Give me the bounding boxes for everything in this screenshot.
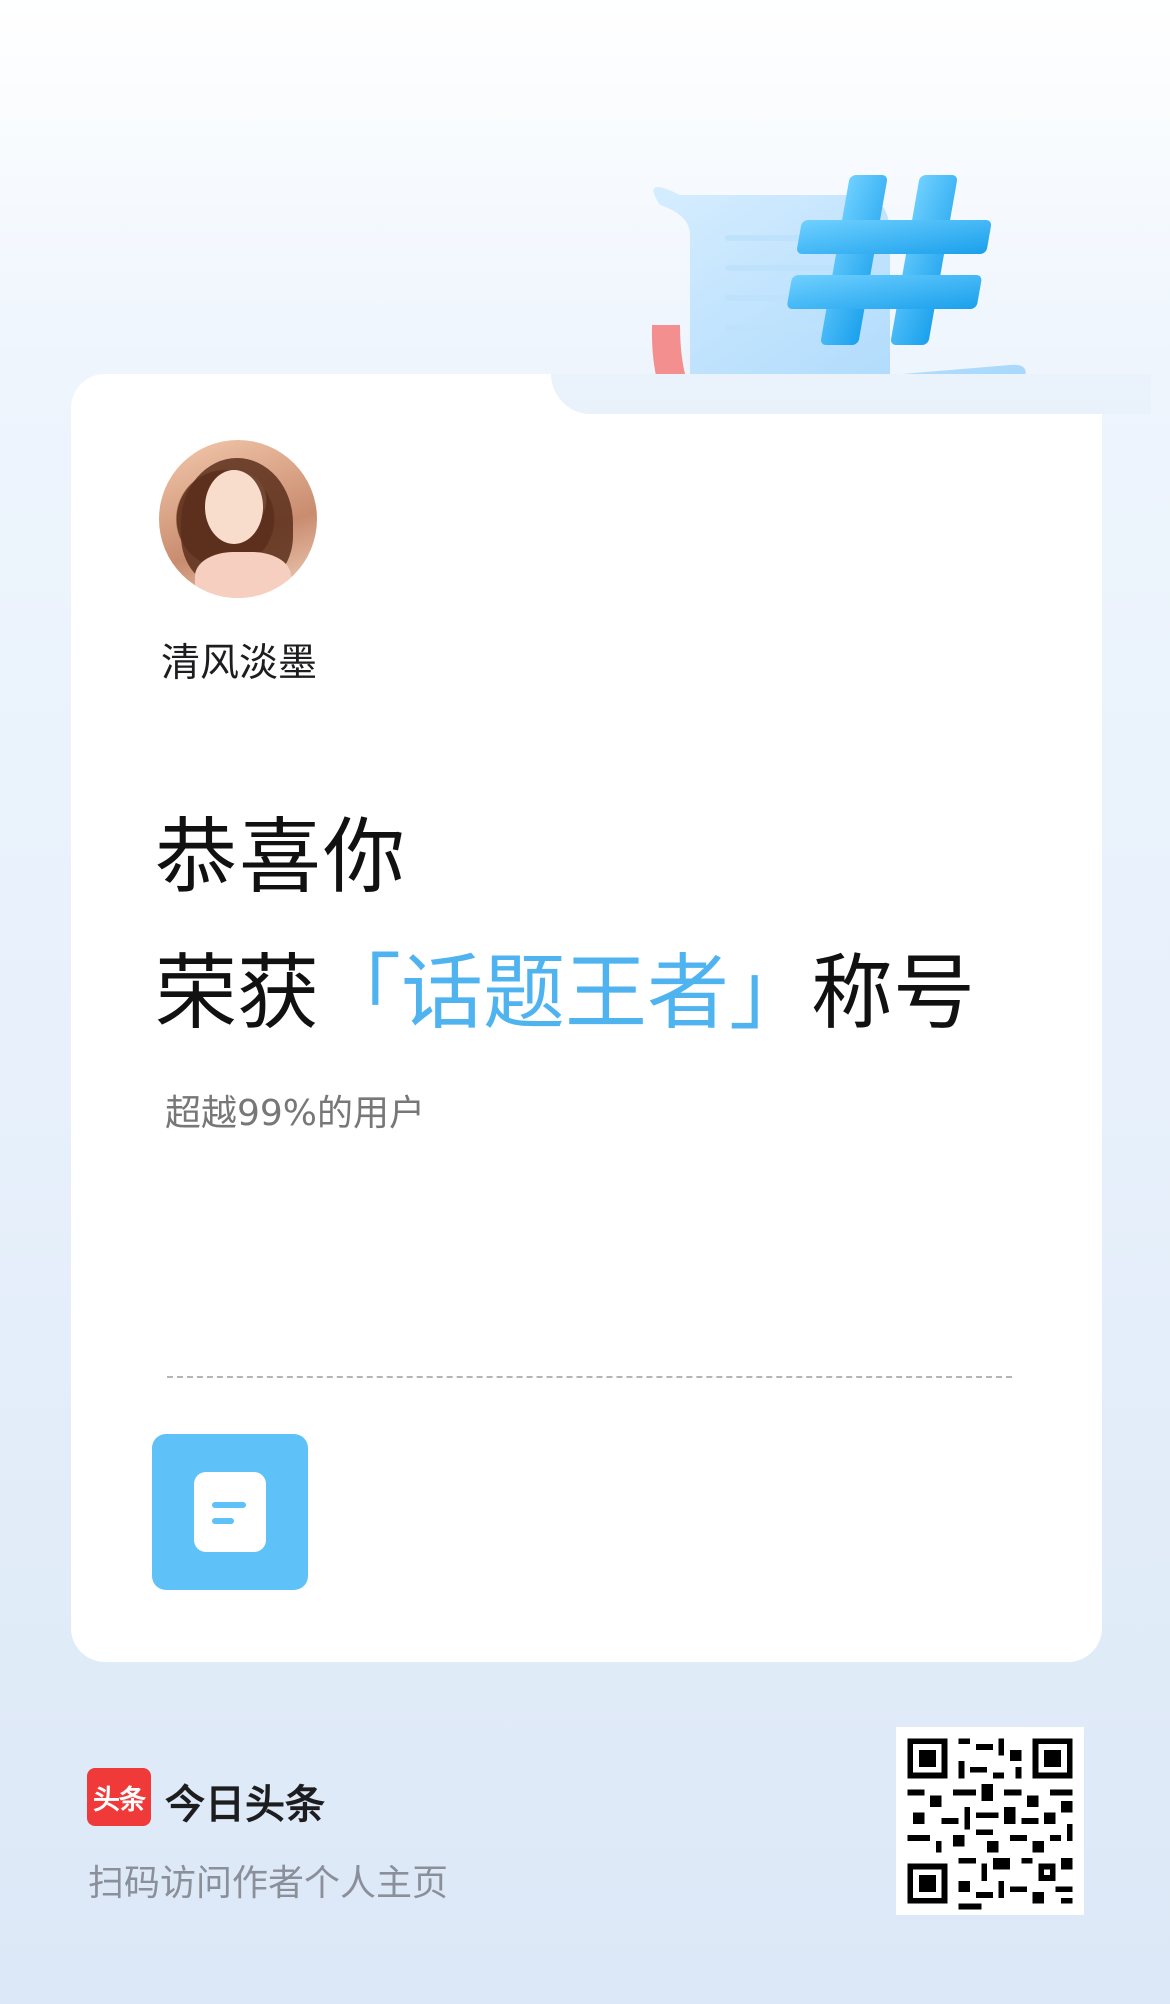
toutiao-logo: 头条	[87, 1768, 151, 1826]
username: 清风淡墨	[161, 641, 318, 686]
document-badge	[152, 1434, 308, 1590]
title-badge-text: 「话题王者」	[319, 946, 812, 1041]
document-icon	[194, 1472, 266, 1552]
headline-prefix: 荣获	[155, 946, 320, 1041]
qr-caption: 扫码访问作者个人主页	[88, 1863, 449, 1904]
dashed-divider	[167, 1376, 1012, 1378]
card-tab-notch	[551, 374, 1151, 414]
brand-name: 今日头条	[165, 1782, 325, 1828]
qr-code[interactable]	[896, 1727, 1084, 1915]
avatar[interactable]	[159, 440, 317, 598]
headline-suffix: 称号	[811, 946, 976, 1041]
rank-stat: 超越99%的用户	[165, 1093, 426, 1134]
headline-line1: 恭喜你	[155, 810, 408, 905]
headline-line2: 荣获「话题王者」称号	[155, 926, 975, 1045]
